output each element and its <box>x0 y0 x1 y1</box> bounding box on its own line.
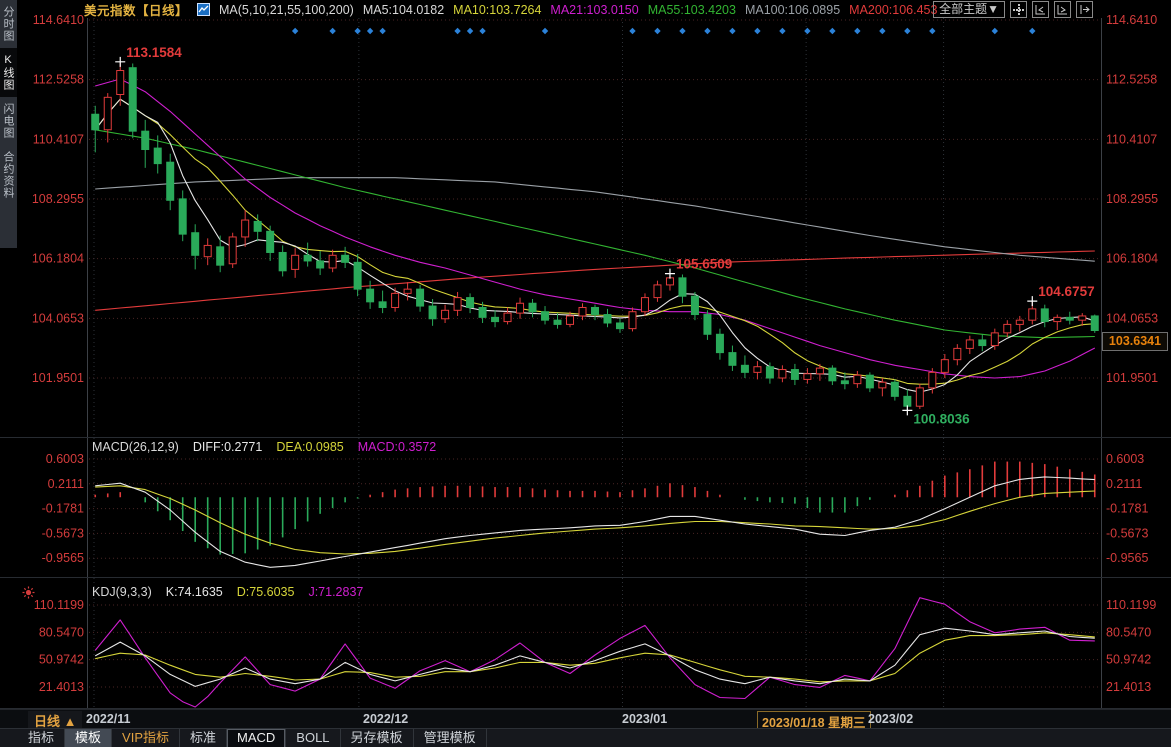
topbar-controls: 全部主题▼ <box>933 1 1093 18</box>
kdj-k-value: K:74.1635 <box>166 585 223 599</box>
axis-label: 106.1804 <box>1106 252 1158 266</box>
macd-header: MACD(26,12,9) DIFF:0.2771 DEA:0.0985 MAC… <box>92 440 436 454</box>
price-annotation: 113.1584 <box>126 45 182 60</box>
indicator-tab-row: 指标 模板 VIP指标 标准 MACD BOLL 另存模板 管理模板 <box>0 728 1171 747</box>
tab-manage-templates[interactable]: 管理模板 <box>414 729 487 747</box>
tab-macd[interactable]: MACD <box>227 729 286 747</box>
axis-label: 101.9501 <box>1106 371 1158 385</box>
macd-params-label: MACD(26,12,9) <box>92 440 179 454</box>
ma55-value: MA55:103.4203 <box>648 3 736 17</box>
macd-layer <box>95 462 1095 568</box>
axis-label: 80.5470 <box>1106 625 1151 639</box>
kdj-params-label: KDJ(9,3,3) <box>92 585 152 599</box>
tab-standard[interactable]: 标准 <box>180 729 227 747</box>
axis-label: 50.9742 <box>39 653 84 667</box>
axis-label: 80.5470 <box>39 625 84 639</box>
kdj-d-value: D:75.6035 <box>237 585 295 599</box>
kdj-j-value: J:71.2837 <box>308 585 363 599</box>
axis-label: 112.5258 <box>33 73 84 87</box>
scale-left-icon[interactable] <box>1032 1 1049 18</box>
axis-label: 108.2955 <box>32 192 84 206</box>
collapse-right-icon[interactable] <box>1076 1 1093 18</box>
date-label: 2023/01 <box>622 712 667 726</box>
tab-templates[interactable]: 模板 <box>65 729 112 747</box>
axis-label: 110.4107 <box>33 132 84 146</box>
macd-macd-value: MACD:0.3572 <box>358 440 437 454</box>
axis-label: -0.9565 <box>1106 551 1148 565</box>
last-price-tag: 103.6341 <box>1102 332 1168 351</box>
axis-label: 112.5258 <box>1106 73 1157 87</box>
sidebar-item-timeline[interactable]: 分时图 <box>0 0 17 48</box>
axis-label: 0.6003 <box>1106 452 1144 466</box>
axis-label: 104.0653 <box>1106 311 1158 325</box>
sidebar-item-kline[interactable]: K线图 <box>0 48 17 97</box>
axis-label: 110.1199 <box>34 598 84 612</box>
axis-label: 21.4013 <box>39 680 84 694</box>
axis-label: 114.6410 <box>1106 13 1157 27</box>
theme-dropdown-button[interactable]: 全部主题▼ <box>933 1 1005 18</box>
axis-label: 106.1804 <box>32 252 84 266</box>
axis-label: 21.4013 <box>1106 680 1151 694</box>
ma-params-label: MA(5,10,21,55,100,200) <box>219 3 354 17</box>
axis-label: 0.2111 <box>48 477 84 491</box>
indicator-settings-icon[interactable] <box>22 586 35 604</box>
macd-diff-value: DIFF:0.2771 <box>193 440 262 454</box>
axis-label: -0.5673 <box>1106 526 1148 540</box>
axis-label: 110.4107 <box>1106 132 1157 146</box>
sidebar: 分时图 K线图 闪电图 合约资料 <box>0 0 17 248</box>
grid-layer: 114.6410 114.6410 112.5258 112.5258 110.4107… <box>32 13 1158 708</box>
ma5-value: MA5:104.0182 <box>363 3 444 17</box>
tab-indicators[interactable]: 指标 <box>18 729 65 747</box>
chart-canvas[interactable]: 114.6410 114.6410 112.5258 112.5258 110.4107… <box>0 0 1171 747</box>
axis-label: 0.2111 <box>1106 477 1142 491</box>
axis-label: -0.1781 <box>1106 502 1148 516</box>
topbar: 美元指数【日线】 MA(5,10,21,55,100,200) MA5:104.… <box>84 1 937 18</box>
axis-label: 104.0653 <box>32 311 84 325</box>
symbol-title: 美元指数【日线】 <box>84 0 188 19</box>
axis-label: 114.6410 <box>33 13 84 27</box>
ma200-value: MA200:106.453 <box>849 3 937 17</box>
ma21-value: MA21:103.0150 <box>550 3 638 17</box>
date-label: 2023/02 <box>868 712 913 726</box>
kdj-header: KDJ(9,3,3) K:74.1635 D:75.6035 J:71.2837 <box>92 585 363 599</box>
ma-chart-icon <box>197 3 210 16</box>
kline-chart-app: 114.6410 114.6410 112.5258 112.5258 110.4107… <box>0 0 1171 747</box>
date-label: 2022/11 <box>86 712 131 726</box>
crosshair-icon[interactable] <box>1010 1 1027 18</box>
date-label: 2022/12 <box>363 712 408 726</box>
axis-label: 110.1199 <box>1106 598 1156 612</box>
tab-save-template[interactable]: 另存模板 <box>341 729 414 747</box>
axis-label: -0.1781 <box>42 502 84 516</box>
date-axis-row: 日线 ▲ 2022/112022/122023/012023/01/18 星期三… <box>0 709 1171 729</box>
sidebar-item-flash[interactable]: 闪电图 <box>0 97 17 145</box>
price-annotation: 105.6509 <box>676 257 732 272</box>
event-dots-layer <box>292 28 1036 34</box>
ma10-value: MA10:103.7264 <box>453 3 541 17</box>
ma100-value: MA100:106.0895 <box>745 3 840 17</box>
tab-boll[interactable]: BOLL <box>286 729 340 747</box>
axis-label: 108.2955 <box>1106 192 1158 206</box>
price-annotation: 100.8036 <box>913 411 970 426</box>
candles-layer <box>92 62 1099 411</box>
axis-label: 50.9742 <box>1106 653 1151 667</box>
macd-dea-value: DEA:0.0985 <box>276 440 343 454</box>
price-annotation: 104.6757 <box>1038 284 1094 299</box>
sidebar-item-contract-info[interactable]: 合约资料 <box>0 145 17 205</box>
tab-vip-indicators[interactable]: VIP指标 <box>112 729 180 747</box>
axis-label: -0.5673 <box>42 526 84 540</box>
axis-label: 0.6003 <box>46 452 84 466</box>
kdj-layer <box>95 598 1095 707</box>
scale-right-icon[interactable] <box>1054 1 1071 18</box>
axis-label: 101.9501 <box>32 371 84 385</box>
axis-label: -0.9565 <box>42 551 84 565</box>
